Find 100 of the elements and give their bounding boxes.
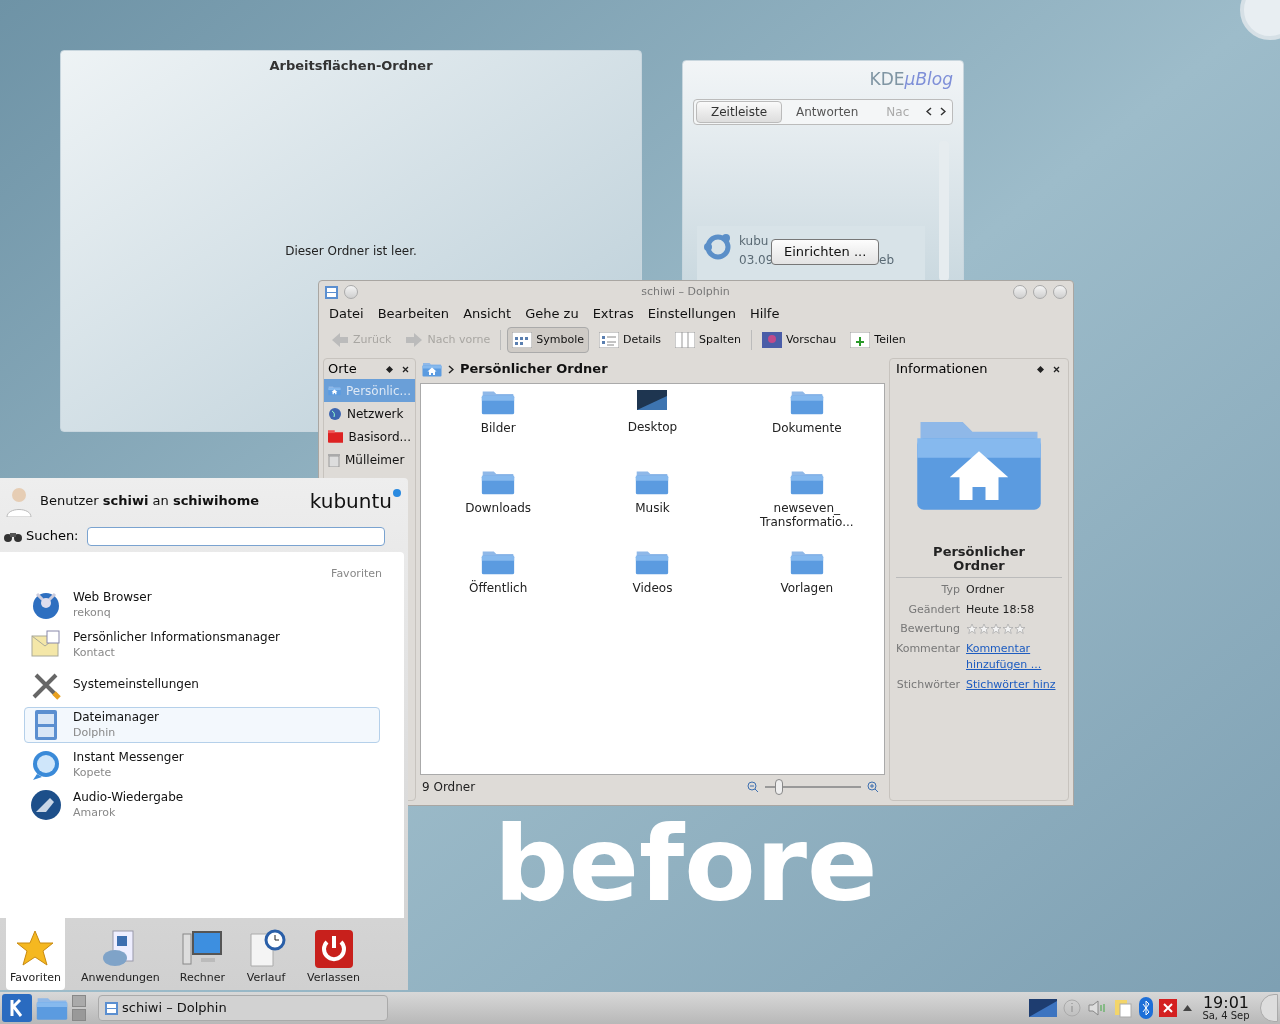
property-value: Ordner: [966, 582, 1006, 598]
launcher-tab[interactable]: Favoriten: [6, 918, 65, 990]
icon-grid-icon: [512, 332, 533, 348]
launcher-tab[interactable]: Verlassen: [303, 918, 364, 990]
menu-item[interactable]: Extras: [592, 304, 634, 324]
search-field[interactable]: [86, 526, 385, 546]
item-name: Persönlicher Ordner: [896, 545, 1062, 578]
folder-icon: [789, 548, 824, 576]
file-item[interactable]: Öffentlich: [421, 548, 576, 628]
folder-icon: [635, 548, 670, 576]
property-link[interactable]: Stichwörter hinz: [966, 676, 1062, 693]
scroll-left-icon[interactable]: [926, 107, 932, 116]
property-value: Heute 18:58: [966, 601, 1036, 618]
clock-time[interactable]: 19:01: [1202, 995, 1250, 1011]
app-entry[interactable]: Dateimanager Dolphin: [24, 706, 380, 743]
file-item[interactable]: Musik: [575, 468, 730, 548]
menu-item[interactable]: Ansicht: [463, 304, 512, 324]
toolbar-button[interactable]: Vorschau: [757, 327, 841, 353]
app-entry[interactable]: Instant Messenger Kopete: [24, 746, 380, 783]
k-logo-icon[interactable]: [2, 994, 32, 1022]
star-icon: [1002, 623, 1014, 636]
task-button[interactable]: schiwi – Dolphin: [98, 995, 388, 1021]
panel-toolbox[interactable]: [1260, 994, 1278, 1022]
display-icon[interactable]: [1029, 999, 1057, 1017]
file-item[interactable]: Bilder: [421, 388, 576, 468]
binoculars-icon: [4, 530, 22, 542]
slider-handle[interactable]: [775, 779, 784, 795]
zoom-slider[interactable]: [765, 779, 861, 795]
info-icon[interactable]: [1063, 999, 1081, 1017]
file-item[interactable]: Desktop: [575, 388, 730, 468]
trash-icon: [328, 452, 340, 467]
app-entry[interactable]: Systemeinstellungen: [24, 666, 380, 703]
window-title: schiwi – Dolphin: [640, 283, 731, 300]
clock-date[interactable]: Sa, 4 Sep: [1202, 1011, 1250, 1021]
close-icon[interactable]: [402, 365, 409, 373]
launcher-tab[interactable]: Verlauf: [241, 918, 292, 990]
close-icon[interactable]: [1159, 999, 1177, 1017]
file-name: Desktop: [626, 420, 679, 434]
float-icon[interactable]: [1037, 365, 1044, 373]
tray-expand-icon[interactable]: [1183, 1005, 1192, 1011]
bluetooth-icon[interactable]: [1139, 997, 1153, 1019]
clipboard-icon[interactable]: [1113, 998, 1133, 1018]
app-description: rekonq: [73, 604, 112, 620]
property-link[interactable]: Kommentar hinzufügen ...: [966, 640, 1062, 674]
file-item[interactable]: Videos: [575, 548, 730, 628]
toolbar-button[interactable]: Teilen: [846, 327, 910, 353]
app-name: Dateimanager: [73, 709, 159, 725]
minimize-button[interactable]: [1013, 285, 1027, 299]
property-label: Kommentar: [896, 640, 960, 657]
star-icon: [978, 623, 990, 636]
caption-text: before: [494, 812, 878, 916]
file-name: newseven_ Transformatio...: [759, 501, 855, 530]
file-item[interactable]: Vorlagen: [729, 548, 884, 628]
file-name: Dokumente: [771, 421, 843, 436]
property-label: Stichwörter: [896, 676, 960, 693]
search-label: Suchen:: [26, 527, 79, 546]
float-icon[interactable]: [386, 365, 393, 373]
maximize-button[interactable]: [1033, 285, 1047, 299]
empty-folder-message: Dieser Ordner ist leer.: [285, 242, 417, 260]
speaker-icon[interactable]: [1087, 999, 1107, 1017]
menu-item[interactable]: Einstellungen: [647, 304, 736, 324]
file-item[interactable]: Dokumente: [729, 388, 884, 468]
app-entry[interactable]: Web Browser rekonq: [24, 586, 380, 623]
close-icon[interactable]: [1053, 365, 1060, 373]
scroll-right-icon[interactable]: [940, 107, 946, 116]
toolbar-button[interactable]: Details: [594, 327, 666, 353]
tab[interactable]: Zeitleiste: [696, 100, 783, 123]
toolbar-button[interactable]: Symbole: [507, 327, 589, 353]
launcher-tab[interactable]: Anwendungen: [76, 918, 164, 990]
window-menu-button[interactable]: [344, 285, 358, 299]
configure-button[interactable]: Einrichten ...: [771, 239, 880, 265]
menu-item[interactable]: Datei: [329, 304, 364, 324]
folder-icon: [328, 430, 344, 443]
close-button[interactable]: [1053, 285, 1067, 299]
menu-item[interactable]: Hilfe: [749, 304, 780, 324]
menu-item[interactable]: Bearbeiten: [377, 304, 450, 324]
file-item[interactable]: newseven_ Transformatio...: [729, 468, 884, 548]
zoom-out-icon[interactable]: [747, 781, 759, 793]
app-name: Web Browser: [73, 589, 152, 605]
logo-accent-text: µBlog: [904, 68, 953, 91]
menu-item[interactable]: Gehe zu: [525, 304, 579, 324]
property-label: Geändert: [907, 601, 960, 618]
launcher-tab[interactable]: Rechner: [175, 918, 230, 990]
tab[interactable]: Antworten: [782, 100, 873, 123]
app-name: Persönlicher Informationsmanager: [73, 629, 280, 645]
app-entry[interactable]: Persönlicher Informationsmanager Kontact: [24, 626, 380, 663]
place-item[interactable]: Mülleimer: [324, 448, 415, 471]
breadcrumb-item[interactable]: Persönlicher Ordner: [460, 359, 608, 379]
folder-icon: [481, 388, 516, 416]
scrollbar[interactable]: [939, 141, 949, 281]
folder-icon: [635, 468, 670, 496]
file-name: Musik: [634, 501, 671, 516]
zoom-in-icon[interactable]: [867, 781, 879, 793]
desktop-pager[interactable]: [72, 995, 86, 1021]
folder-icon: [789, 388, 824, 416]
place-item[interactable]: Basisord...: [324, 425, 415, 448]
place-item[interactable]: Netzwerk: [324, 402, 415, 425]
file-item[interactable]: Downloads: [421, 468, 576, 548]
toolbar-button[interactable]: Spalten: [671, 327, 745, 353]
app-entry[interactable]: Audio-Wiedergabe Amarok: [24, 786, 380, 823]
